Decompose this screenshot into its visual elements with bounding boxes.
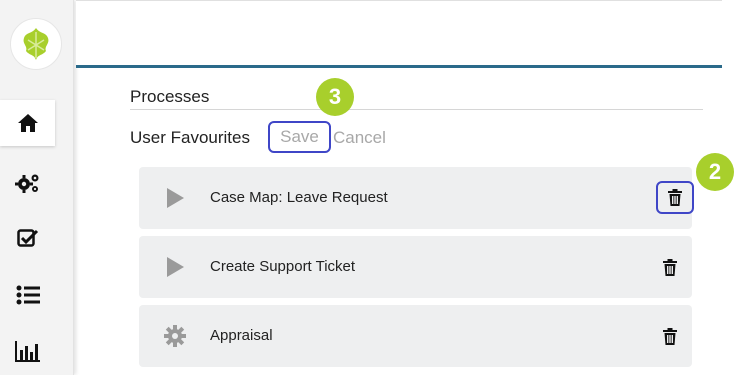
favourite-row[interactable]: Case Map: Leave Request [139,167,694,229]
sidebar-item-home[interactable] [0,100,55,146]
favourite-label: Case Map: Leave Request [210,189,388,206]
leaf-logo-icon [23,28,49,60]
cancel-button[interactable]: Cancel [333,128,386,148]
list-icon [16,285,40,305]
save-button[interactable]: Save [268,121,331,153]
sidebar-item-settings[interactable] [0,160,55,206]
step-badge-save: 3 [316,78,354,116]
sidebar-item-reports[interactable] [0,328,55,374]
sidebar [0,0,74,375]
sidebar-item-tasks[interactable] [0,215,55,261]
favourite-row[interactable]: Create Support Ticket [139,236,692,298]
favourite-row[interactable]: Appraisal [139,305,692,367]
favourites-label: User Favourites [130,128,250,147]
app-logo[interactable] [10,18,62,70]
step-badge-delete: 2 [696,153,734,191]
favourite-label: Appraisal [210,327,273,344]
play-icon [163,255,187,279]
trash-icon[interactable] [658,324,682,348]
sidebar-item-list[interactable] [0,272,55,318]
gear-icon [163,324,187,348]
favourite-label: Create Support Ticket [210,258,356,275]
trash-icon[interactable] [656,181,694,214]
home-icon [17,114,38,132]
play-icon [163,186,187,210]
chart-icon [14,341,40,362]
checkbox-icon [16,229,38,247]
cogs-icon [14,174,38,193]
section-title: Processes [130,87,210,106]
top-header [76,0,722,68]
section-divider [130,109,703,110]
trash-icon[interactable] [658,255,682,279]
